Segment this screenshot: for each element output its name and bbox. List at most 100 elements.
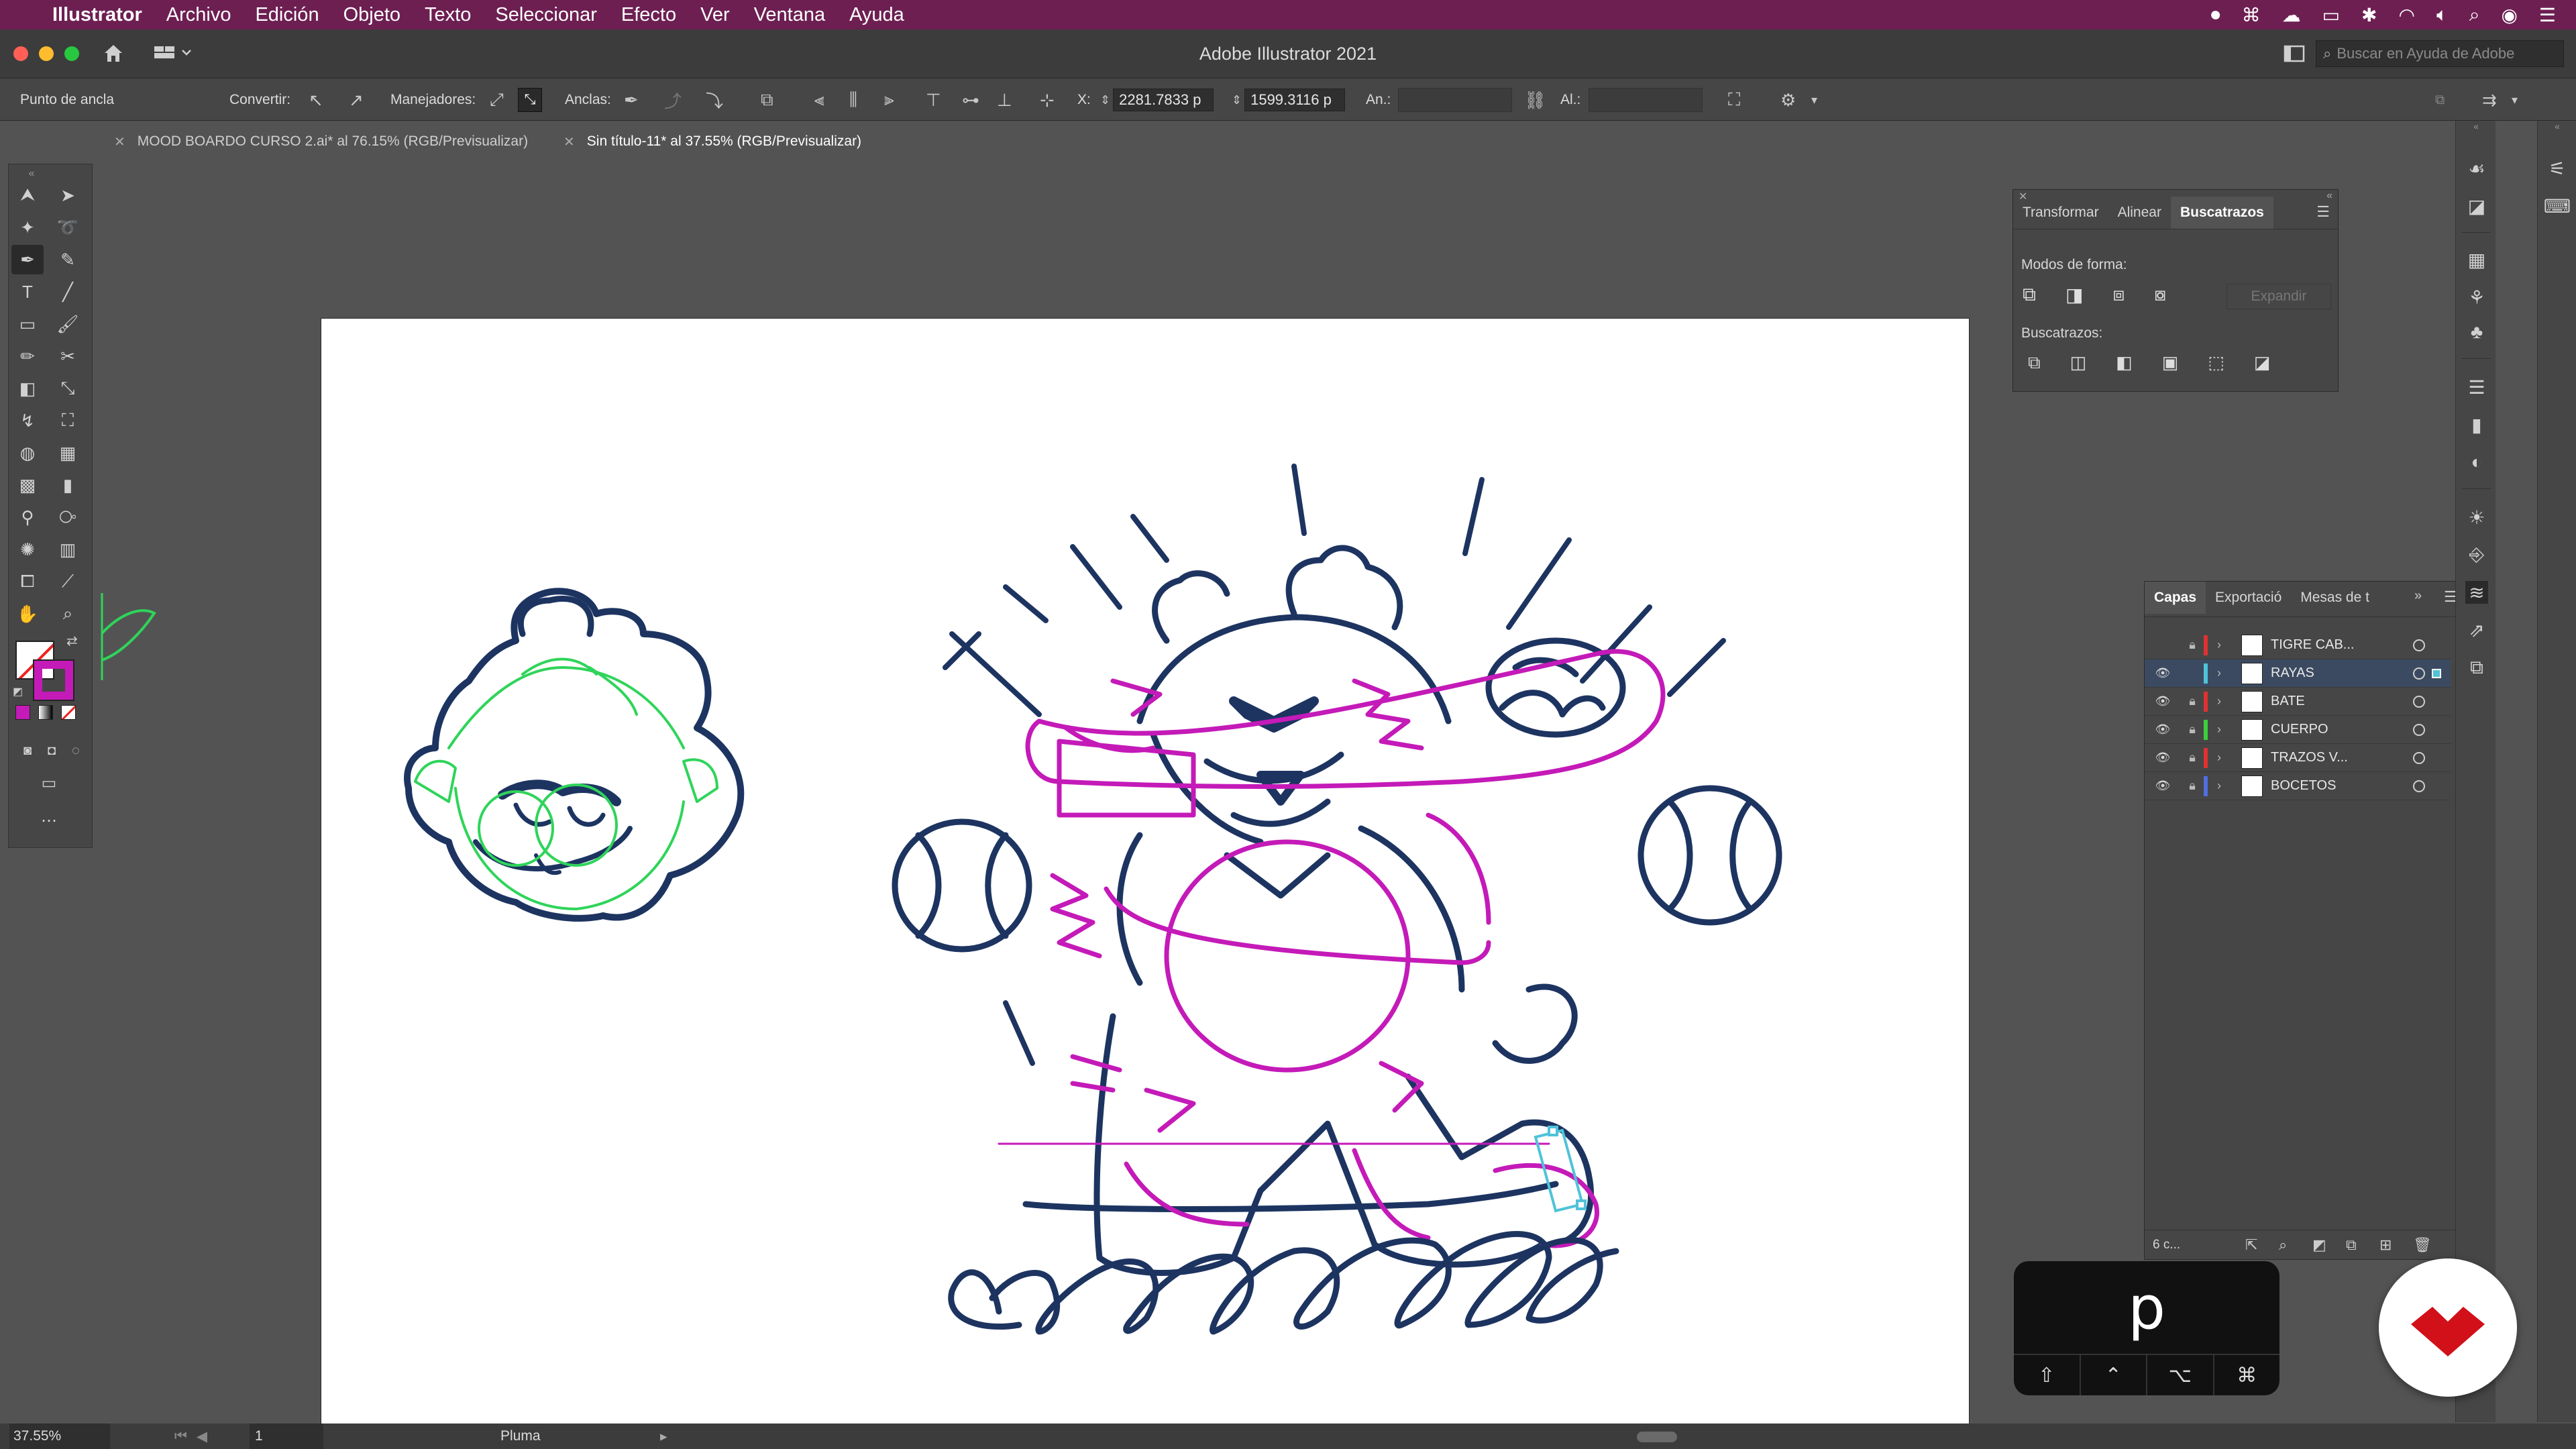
previous-artboard-icon[interactable]: ◀ (197, 1428, 207, 1445)
stroke-swatch[interactable] (33, 659, 74, 701)
perspective-grid-tool-icon[interactable]: ▦ (52, 438, 84, 468)
symbol-sprayer-tool-icon[interactable]: ✺ (11, 535, 44, 564)
intersect-icon[interactable]: ⧈ (2112, 284, 2125, 306)
horizontal-scrollbar[interactable] (684, 1424, 2442, 1449)
curvature-tool-icon[interactable]: ✎ (52, 245, 84, 274)
creative-cloud-icon[interactable]: ☁ (2282, 4, 2301, 26)
layer-name[interactable]: RAYAS (2271, 665, 2314, 681)
airplay-icon[interactable]: ▭ (2322, 4, 2340, 26)
command-icon[interactable]: ⌘ (2242, 4, 2261, 26)
collect-export-icon[interactable]: ⇱ (2245, 1236, 2257, 1254)
divide-icon[interactable]: ⧉ (2028, 352, 2041, 374)
width-field[interactable] (1398, 88, 1512, 112)
gradient-mode-icon[interactable] (38, 705, 53, 720)
line-segment-tool-icon[interactable]: ╱ (52, 277, 84, 307)
tab-transformar[interactable]: Transformar (2013, 205, 2108, 221)
bluetooth-icon[interactable]: ✱ (2361, 4, 2377, 26)
artboards-icon[interactable]: ⧉ (2465, 656, 2488, 679)
lock-icon[interactable]: 🔒︎ (2182, 722, 2202, 737)
volume-icon[interactable]: 🔈︎ (2436, 4, 2448, 26)
layer-target-icon[interactable] (2413, 780, 2425, 792)
layer-row[interactable]: 🔒︎ › TIGRE CAB... (2145, 631, 2451, 659)
locate-object-icon[interactable]: ⌕ (2279, 1236, 2287, 1254)
convert-to-smooth-icon[interactable]: ↗ (349, 78, 364, 121)
status-menu-icon[interactable]: ▸ (660, 1424, 667, 1449)
warp-tool-icon[interactable]: ↯ (11, 406, 44, 435)
artwork-illustration[interactable] (321, 319, 1970, 1436)
eye-icon[interactable]: 👁︎ (2153, 779, 2173, 793)
isolate-icon[interactable]: ⧉ (761, 78, 773, 121)
menu-seleccionar[interactable]: Seleccionar (495, 4, 597, 26)
remove-anchor-icon[interactable]: ✒ (624, 78, 639, 121)
clipping-mask-icon[interactable]: ◩ (2312, 1236, 2326, 1254)
close-tab-icon[interactable]: ✕ (564, 133, 575, 150)
layer-target-icon[interactable] (2413, 751, 2425, 764)
expand-layer-icon[interactable]: › (2217, 666, 2221, 680)
mesh-tool-icon[interactable]: ▩ (11, 470, 44, 500)
panel-menu-icon[interactable]: ☰ (2316, 203, 2330, 221)
artboard-number-field[interactable]: 1 (250, 1424, 323, 1449)
eye-icon[interactable]: 👁︎ (2153, 751, 2173, 765)
y-position-field[interactable]: 1599.3116 p (1244, 89, 1346, 111)
edit-toolbar-icon[interactable]: ⋯ (33, 806, 65, 835)
layer-name[interactable]: TIGRE CAB... (2271, 637, 2354, 653)
brushes-icon[interactable]: ☙ (2465, 157, 2488, 180)
selection-tool-icon[interactable]: ⮝ (11, 180, 44, 210)
expand-layer-icon[interactable]: › (2217, 694, 2221, 708)
appearance-icon[interactable]: ☀ (2465, 506, 2488, 529)
reference-point-icon[interactable]: ⊹ (1040, 78, 1055, 121)
properties-icon[interactable]: ⚟ (2546, 157, 2569, 180)
screen-mode-icon[interactable]: ▭ (33, 768, 65, 798)
layer-target-icon[interactable] (2413, 695, 2425, 708)
scrollbar-thumb[interactable] (1637, 1432, 1677, 1442)
layer-row[interactable]: 👁︎ 🔒︎ › CUERPO (2145, 716, 2451, 744)
swap-fill-stroke-icon[interactable]: ⇄ (66, 633, 78, 649)
expand-layer-icon[interactable]: › (2217, 779, 2221, 793)
scissors-tool-icon[interactable]: ✂ (52, 341, 84, 371)
layer-row[interactable]: 👁︎ › RAYAS (2145, 659, 2451, 688)
layer-name[interactable]: BATE (2271, 694, 2305, 709)
direct-selection-tool-icon[interactable]: ➤ (52, 180, 84, 210)
default-colors-icon[interactable]: ◩ (13, 685, 23, 698)
lock-icon[interactable]: 🔒︎ (2182, 751, 2202, 765)
eye-icon[interactable]: 👁︎ (2153, 694, 2173, 708)
none-mode-icon[interactable] (61, 705, 76, 720)
appearance-toggle-icon[interactable]: ⇉ (2482, 78, 2497, 121)
control-center-icon[interactable]: ☰ (2539, 4, 2556, 26)
puppet-warp-icon[interactable]: ⚙ (1780, 78, 1796, 121)
tab-mood-board[interactable]: ✕ MOOD BOARDO CURSO 2.ai* al 76.15% (RGB… (101, 126, 549, 157)
selected-art-indicator[interactable] (2432, 669, 2441, 678)
eye-icon[interactable]: 👁︎ (2153, 722, 2173, 737)
artboard-tool-icon[interactable]: ⧠ (11, 567, 44, 596)
expand-layer-icon[interactable]: › (2217, 751, 2221, 765)
free-transform-tool-icon[interactable]: ⛶ (52, 406, 84, 435)
more-tabs-icon[interactable]: » (2414, 588, 2422, 604)
unite-icon[interactable]: ⧉ (2023, 284, 2036, 306)
layer-target-icon[interactable] (2413, 639, 2425, 651)
select-similar-icon[interactable]: ⛶ (1728, 78, 1740, 121)
artboard[interactable] (321, 318, 1970, 1436)
export-icon[interactable]: ⇗ (2465, 619, 2488, 641)
menu-ventana[interactable]: Ventana (754, 4, 825, 26)
spotlight-search-icon[interactable]: ⌕ (2469, 4, 2480, 26)
arrange-documents-icon[interactable] (2284, 44, 2305, 63)
gradient-tool-icon[interactable]: ▮ (52, 470, 84, 500)
asset-export-icon[interactable]: ⎆ (2465, 543, 2488, 566)
scale-tool-icon[interactable]: ⤡ (52, 374, 84, 403)
zoom-tool-icon[interactable]: ⌕ (52, 599, 84, 629)
menu-efecto[interactable]: Efecto (621, 4, 676, 26)
exclude-icon[interactable]: ⧇ (2154, 284, 2166, 306)
new-layer-icon[interactable]: ⊞ (2379, 1236, 2392, 1254)
extra-menu-icon[interactable]: ▾ (2512, 78, 2518, 121)
menu-archivo[interactable]: Archivo (166, 4, 231, 26)
wifi-icon[interactable]: ◠ (2399, 4, 2415, 26)
cut-path-icon[interactable]: ⤵ (706, 78, 723, 121)
close-tab-icon[interactable]: ✕ (114, 133, 125, 150)
constrain-proportions-icon[interactable]: ⛓ (1524, 78, 1546, 121)
eyedropper-tool-icon[interactable]: ⚲ (11, 502, 44, 532)
layer-name[interactable]: TRAZOS V... (2271, 750, 2348, 765)
outline-icon[interactable]: ⬚ (2208, 352, 2224, 374)
blend-tool-icon[interactable]: ⧂ (52, 502, 84, 532)
lock-icon[interactable]: 🔒︎ (2182, 638, 2202, 652)
layer-target-icon[interactable] (2413, 723, 2425, 736)
